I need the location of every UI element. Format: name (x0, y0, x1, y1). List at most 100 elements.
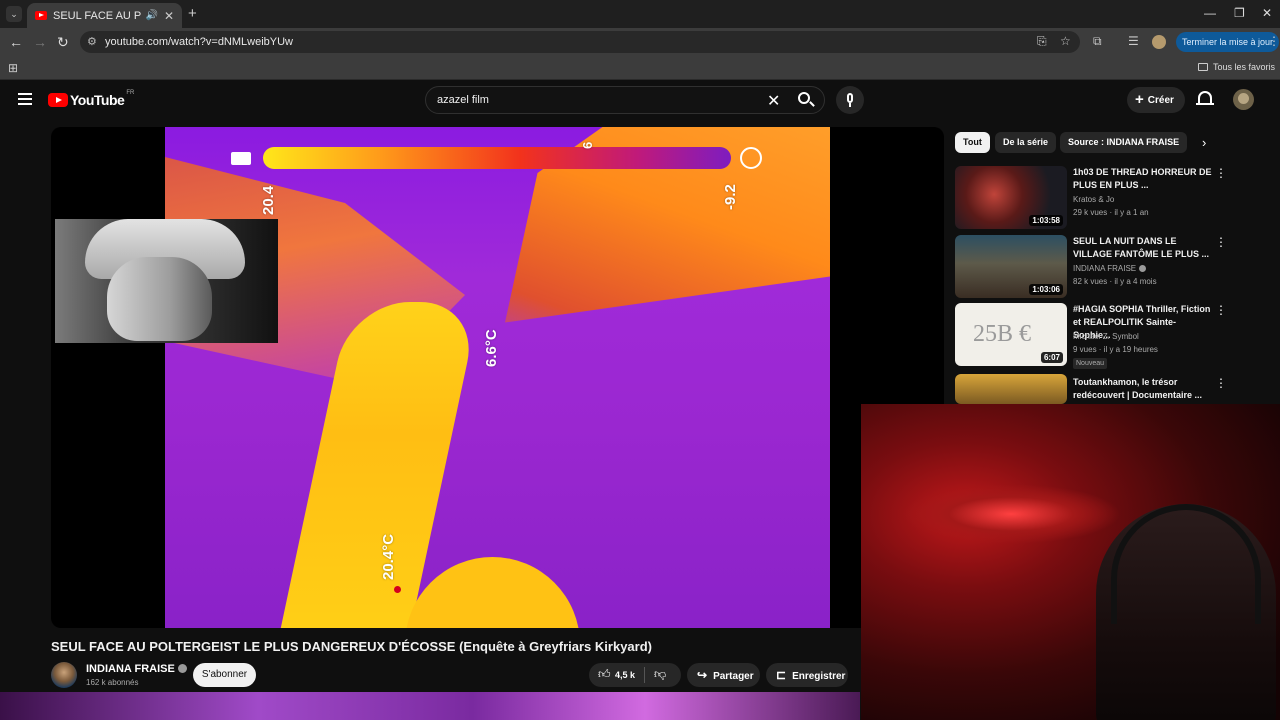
site-info-icon[interactable]: ⚙ (87, 35, 97, 48)
recommendation-meta: 82 k vues · il y a 4 mois (1073, 277, 1157, 286)
scale-mid-label: 6 (580, 141, 595, 149)
microphone-stand (849, 103, 851, 107)
more-options-icon[interactable]: ⋮ (1215, 235, 1227, 249)
youtube-header: YouTube FR azazel film ✕ + Créer (0, 80, 1280, 120)
recommendation-channel[interactable]: Kratos & Jo (1073, 195, 1114, 204)
like-icon[interactable]: 👍︎ (598, 667, 611, 682)
search-box[interactable]: azazel film ✕ (425, 86, 825, 114)
thermal-camera-frame: 20.4 6 -9.2 6.6°C 20.4°C (165, 127, 830, 628)
youtube-logo[interactable]: YouTube FR (48, 90, 135, 108)
address-bar[interactable]: ⚙ youtube.com/watch?v=dNMLweibYUw ⎘ ☆ (80, 31, 1080, 53)
browser-menu-icon[interactable]: ⋮ (1268, 34, 1280, 48)
all-bookmarks-label: Tous les favoris (1212, 62, 1275, 72)
spot-temperature: 20.4°C (380, 533, 397, 580)
description-preview (0, 692, 860, 720)
clear-search-icon[interactable]: ✕ (767, 91, 780, 111)
tab-search-icon[interactable]: ⌄ (6, 6, 22, 22)
verified-icon (177, 664, 187, 673)
recommendation-meta: 29 k vues · il y a 1 an (1073, 208, 1149, 217)
profile-avatar[interactable] (1152, 35, 1166, 49)
chip-series[interactable]: De la série (995, 132, 1057, 153)
facecam-face (107, 257, 212, 341)
streamer-webcam-overlay (861, 404, 1280, 720)
voice-search-button[interactable] (836, 86, 864, 114)
video-thumbnail[interactable]: 25B € 6:07 (955, 303, 1067, 366)
thumbnail-text: 25B € (973, 321, 1032, 347)
close-window-icon[interactable]: ✕ (1262, 6, 1272, 20)
back-icon[interactable]: ← (9, 34, 23, 50)
account-avatar[interactable] (1233, 89, 1254, 110)
channel-avatar[interactable] (51, 662, 77, 688)
video-player[interactable]: 20.4 6 -9.2 6.6°C 20.4°C (51, 127, 944, 628)
video-thumbnail[interactable]: 1:03:58 (955, 166, 1067, 229)
notifications-bell-icon[interactable] (1196, 91, 1214, 105)
hamburger-menu-icon[interactable] (18, 93, 32, 105)
new-tab-icon[interactable]: + (188, 5, 197, 22)
save-icon: ⊏ (776, 668, 787, 682)
folder-icon (1197, 63, 1208, 71)
like-count[interactable]: 4,5 k (615, 670, 635, 680)
verified-icon (1139, 265, 1147, 272)
scale-mode-icon (740, 147, 762, 169)
recommendation-title[interactable]: Toutankhamon, le trésor redécouvert | Do… (1073, 376, 1213, 402)
recommendation-channel[interactable]: Michael Z. Symbol (1073, 332, 1139, 341)
search-input[interactable]: azazel film (437, 94, 489, 106)
dislike-icon[interactable]: 👎︎ (654, 667, 666, 682)
share-icon: ↪ (697, 668, 708, 682)
maximize-icon[interactable]: ❐ (1234, 6, 1245, 20)
center-temperature: 6.6°C (483, 329, 500, 367)
reading-list-icon[interactable]: ☰ (1128, 34, 1139, 48)
recommendation-title[interactable]: SEUL LA NUIT DANS LE VILLAGE FANTÔME LE … (1073, 235, 1213, 261)
microphone-icon (847, 93, 853, 103)
browser-tab-strip: ⌄ SEUL FACE AU POLTERGEIST 🔊 ✕ + — ❐ ✕ (0, 0, 1280, 28)
bookmarks-bar: ⊞ Tous les favoris (0, 56, 1280, 80)
video-duration: 6:07 (1040, 352, 1063, 363)
channel-name[interactable]: INDIANA FRAISE (86, 663, 175, 675)
create-label: Créer (1147, 95, 1174, 106)
recommendation-title[interactable]: 1h03 DE THREAD HORREUR DE PLUS EN PLUS .… (1073, 166, 1213, 192)
more-options-icon[interactable]: ⋮ (1215, 303, 1227, 317)
like-divider (644, 667, 645, 683)
more-options-icon[interactable]: ⋮ (1215, 376, 1227, 390)
tab-title: SEUL FACE AU POLTERGEIST (53, 9, 142, 22)
reload-icon[interactable]: ↻ (57, 34, 69, 51)
plus-icon: + (1135, 91, 1144, 108)
thermal-hot-area (405, 557, 580, 628)
minimize-icon[interactable]: — (1204, 6, 1216, 20)
subscribe-button[interactable]: S'abonner (193, 663, 256, 687)
chip-all[interactable]: Tout (955, 132, 990, 153)
all-bookmarks-folder[interactable]: Tous les favoris (1197, 62, 1275, 72)
subscriber-count: 162 k abonnés (86, 678, 139, 687)
browser-toolbar: ← → ↻ ⚙ youtube.com/watch?v=dNMLweibYUw … (0, 28, 1280, 56)
share-button[interactable]: ↪ Partager (687, 663, 760, 687)
scale-lock-icon (231, 152, 251, 165)
share-label: Partager (713, 671, 754, 682)
chip-source[interactable]: Source : INDIANA FRAISE (1060, 132, 1188, 153)
more-options-icon[interactable]: ⋮ (1215, 166, 1227, 180)
recommendation-meta: 9 vues · il y a 19 heures (1073, 345, 1158, 354)
chevron-right-icon[interactable]: › (1202, 135, 1206, 150)
video-duration: 1:03:58 (1029, 215, 1063, 226)
bookmark-star-icon[interactable]: ☆ (1060, 34, 1071, 48)
recommendation-channel[interactable]: INDIANA FRAISE (1073, 264, 1136, 273)
thermal-color-scale (263, 147, 731, 169)
apps-grid-icon[interactable]: ⊞ (8, 61, 18, 75)
recommendation-channel-row[interactable]: INDIANA FRAISE (1073, 264, 1147, 273)
update-button[interactable]: Terminer la mise à jour (1176, 32, 1280, 52)
country-code: FR (126, 90, 135, 96)
youtube-favicon-icon (35, 11, 47, 20)
video-thumbnail[interactable]: 1:03:06 (955, 235, 1067, 298)
browser-tab[interactable]: SEUL FACE AU POLTERGEIST 🔊 ✕ (27, 3, 182, 28)
search-icon[interactable] (798, 92, 810, 104)
like-dislike-group: 👍︎ 4,5 k 👎︎ (589, 663, 681, 687)
url-text[interactable]: youtube.com/watch?v=dNMLweibYUw (105, 36, 293, 48)
video-thumbnail[interactable] (955, 374, 1067, 404)
save-button[interactable]: ⊏ Enregistrer (766, 663, 848, 687)
create-button[interactable]: + Créer (1127, 87, 1185, 113)
forward-icon[interactable]: → (33, 34, 47, 50)
audio-playing-icon[interactable]: 🔊 (145, 10, 157, 21)
install-app-icon[interactable]: ⎘ (1037, 34, 1047, 49)
close-tab-icon[interactable]: ✕ (164, 9, 174, 23)
extensions-icon[interactable]: ⧉ (1093, 34, 1102, 49)
channel-name-row[interactable]: INDIANA FRAISE (86, 663, 187, 675)
